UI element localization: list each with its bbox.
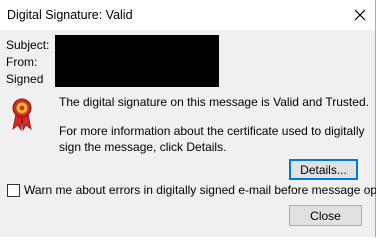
subject-label: Subject: (6, 38, 50, 52)
signed-label: Signed (6, 72, 44, 86)
signature-status-text: The digital signature on this message is… (59, 95, 369, 109)
title-bar: Digital Signature: Valid (0, 0, 375, 30)
window-title: Digital Signature: Valid (7, 8, 133, 22)
info-text-line1: For more information about the certifica… (59, 124, 365, 138)
close-icon[interactable] (347, 3, 373, 27)
redacted-details (55, 35, 219, 87)
warn-checkbox[interactable] (7, 184, 20, 197)
info-text-line2: sign the message, click Details. (59, 140, 227, 154)
warn-checkbox-label[interactable]: Warn me about errors in digitally signed… (24, 183, 376, 197)
details-button[interactable]: Details... (289, 159, 358, 180)
close-button[interactable]: Close (289, 205, 362, 226)
ribbon-award-icon (10, 97, 34, 132)
from-label: From: (6, 55, 38, 69)
background-strip (0, 237, 376, 242)
dialog-window: Digital Signature: Valid Subject: From: … (0, 0, 376, 242)
